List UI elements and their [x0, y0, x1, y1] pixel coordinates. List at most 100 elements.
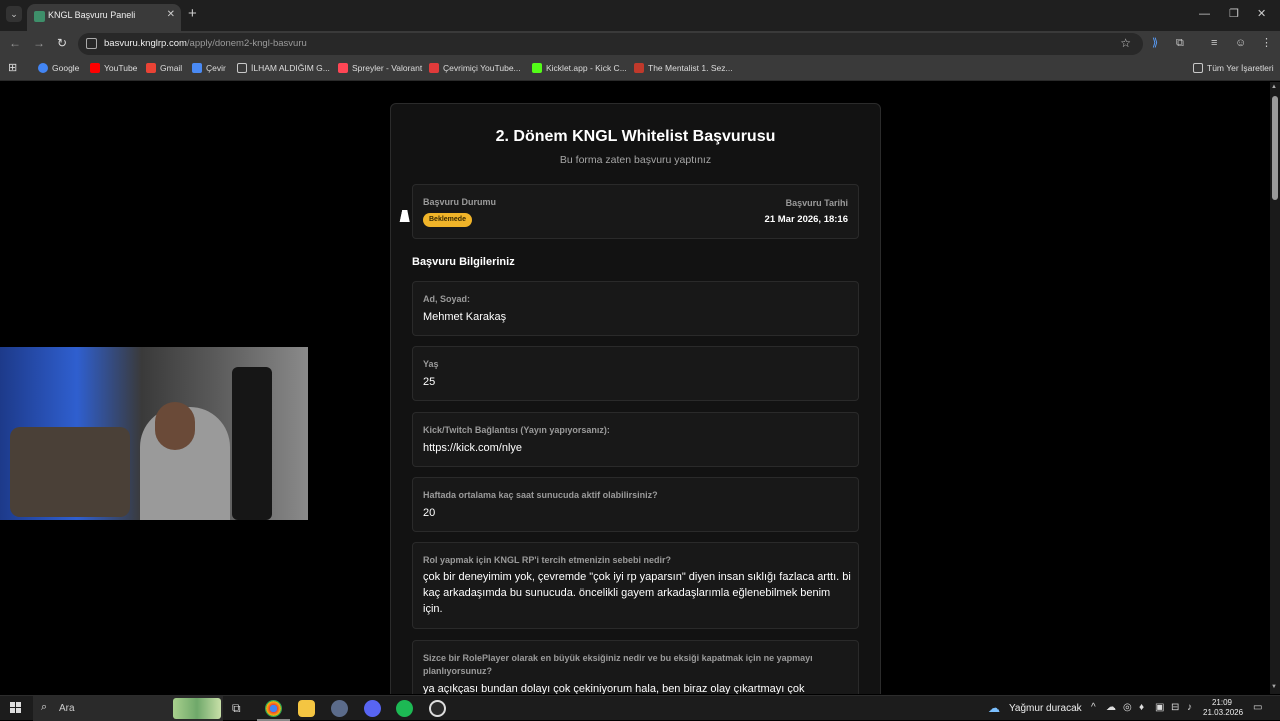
search-highlight-image — [173, 698, 221, 719]
window-close-icon[interactable]: ✕ — [1257, 8, 1266, 20]
start-button[interactable] — [10, 702, 21, 713]
apps-grid-icon[interactable]: ⊞ — [8, 61, 17, 74]
status-badge: Beklemede — [423, 213, 472, 227]
page-subtitle: Bu forma zaten başvuru yaptınız — [559, 154, 712, 166]
tray-app-icon[interactable]: ◎ — [1123, 702, 1132, 714]
media-control-icon[interactable]: ≡ — [1211, 37, 1217, 49]
tab-strip: ⌄ KNGL Başvuru Paneli ✕ + — ❐ ✕ — [0, 0, 1280, 31]
weather-text[interactable]: Yağmur duracak — [1009, 703, 1082, 714]
volume-icon[interactable]: ♪ — [1187, 702, 1192, 714]
microphone-icon[interactable]: ♦ — [1139, 702, 1144, 714]
field-name: Ad, Soyad: Mehmet Karakaş — [412, 281, 859, 336]
scroll-thumb[interactable] — [1272, 96, 1278, 200]
bookmark-youtube-online[interactable]: Çevrimiçi YouTube... — [429, 63, 521, 73]
onedrive-icon[interactable]: ☁ — [1106, 702, 1116, 714]
folder-icon — [237, 63, 247, 73]
app-icon[interactable] — [331, 700, 348, 717]
reload-icon[interactable]: ↻ — [57, 36, 67, 50]
status-panel: Başvuru Durumu Beklemede Başvuru Tarihi … — [412, 184, 859, 239]
field-weakness: Sizce bir RolePlayer olarak en büyük eks… — [412, 640, 859, 694]
back-icon[interactable]: ← — [9, 36, 21, 50]
clock-date: 21.03.2026 — [1203, 708, 1244, 717]
tray-overflow-icon[interactable]: ^ — [1091, 702, 1096, 714]
file-explorer-icon[interactable] — [298, 700, 315, 717]
field-value: 25 — [423, 376, 436, 388]
field-age: Yaş 25 — [412, 346, 859, 401]
browser-toolbar: ← → ↻ basvuru.knglrp.com/apply/donem2-kn… — [0, 31, 1280, 57]
translate-icon — [192, 63, 202, 73]
bookmark-gmail[interactable]: Gmail — [146, 63, 182, 73]
webcam-overlay — [0, 347, 308, 520]
folder-icon — [1193, 63, 1203, 73]
field-weekly-hours: Haftada ortalama kaç saat sunucuda aktif… — [412, 477, 859, 532]
obs-icon[interactable] — [429, 700, 446, 717]
profile-icon[interactable]: ☺ — [1235, 37, 1246, 49]
task-view-icon[interactable]: ⧉ — [232, 701, 249, 718]
field-value: ya açıkçası bundan dolayı çok çekiniyoru… — [423, 683, 805, 694]
network-icon[interactable]: ⊟ — [1171, 702, 1179, 714]
taskbar-clock[interactable]: 21:09 21.03.2026 — [1203, 698, 1244, 718]
field-label: Yaş — [423, 359, 439, 369]
bookmark-kicklet[interactable]: Kicklet.app - Kick C... — [532, 63, 627, 73]
youtube-icon — [90, 63, 100, 73]
field-label: Kick/Twitch Bağlantısı (Yayın yapıyorsan… — [423, 425, 610, 435]
page-scrollbar[interactable]: ▲ ▼ — [1270, 82, 1280, 694]
search-icon: ⌕ — [41, 701, 48, 713]
webcam-head — [155, 402, 195, 450]
restore-icon[interactable]: ❐ — [1229, 8, 1239, 20]
url-text[interactable]: basvuru.knglrp.com/apply/donem2-kngl-bas… — [104, 38, 307, 49]
extensions-icon[interactable]: ⧉ — [1176, 37, 1184, 49]
close-tab-icon[interactable]: ✕ — [167, 9, 175, 20]
new-tab-button[interactable]: + — [188, 6, 197, 22]
bookmark-youtube[interactable]: YouTube — [90, 63, 137, 73]
tray-app-icon[interactable]: ▣ — [1155, 702, 1164, 714]
field-label: Sizce bir RolePlayer olarak en büyük eks… — [423, 653, 813, 676]
search-placeholder: Ara — [59, 703, 75, 714]
scroll-up-icon[interactable]: ▲ — [1271, 84, 1277, 90]
bookmark-star-icon[interactable]: ☆ — [1120, 36, 1131, 50]
gmail-icon — [146, 63, 156, 73]
menu-icon[interactable]: ⋮ — [1261, 37, 1272, 49]
windows-taskbar: ⌕ Ara ⧉ ☁ Yağmur duracak ^ ☁ ◎ ♦ ▣ ⊟ ♪ 2… — [0, 695, 1280, 721]
address-bar[interactable]: basvuru.knglrp.com/apply/donem2-kngl-bas… — [78, 33, 1143, 55]
forward-icon[interactable]: → — [33, 36, 45, 50]
site-favicon-icon — [34, 11, 45, 22]
browser-tab[interactable]: KNGL Başvuru Paneli ✕ — [27, 4, 181, 31]
field-value: Mehmet Karakaş — [423, 311, 507, 323]
clock-time: 21:09 — [1211, 698, 1233, 707]
field-value: çok bir deneyimim yok, çevremde "çok iyi… — [423, 571, 851, 615]
read-aloud-icon[interactable]: ⟫ — [1152, 37, 1158, 49]
minimize-icon[interactable]: — — [1199, 8, 1210, 20]
webcam-chair — [232, 367, 272, 520]
taskbar-search[interactable]: ⌕ Ara — [33, 696, 223, 721]
mentalist-icon — [634, 63, 644, 73]
all-bookmarks[interactable]: Tüm Yer İşaretleri — [1193, 63, 1274, 73]
field-label: Haftada ortalama kaç saat sunucuda aktif… — [423, 490, 658, 500]
field-label: Rol yapmak için KNGL RP'i tercih etmeniz… — [423, 555, 672, 565]
url-path: /apply/donem2-kngl-basvuru — [186, 38, 307, 49]
chrome-taskbar-icon[interactable] — [257, 700, 290, 721]
discord-icon[interactable] — [364, 700, 381, 717]
field-value: https://kick.com/nlye — [423, 442, 523, 454]
bookmarks-bar: ⊞ Google YouTube Gmail Çevir İLHAM ALDIĞ… — [0, 57, 1280, 81]
date-label: Başvuru Tarihi — [785, 198, 848, 208]
status-label: Başvuru Durumu — [423, 197, 497, 207]
notification-icon[interactable]: ▭ — [1253, 702, 1262, 713]
bookmark-folder-ilham[interactable]: İLHAM ALDIĞIM G... — [237, 63, 330, 73]
url-host: basvuru.knglrp.com — [104, 38, 187, 49]
bookmark-valorant[interactable]: Spreyler - Valorant — [338, 63, 422, 73]
tab-search-icon[interactable]: ⌄ — [6, 6, 22, 22]
bookmark-translate[interactable]: Çevir — [192, 63, 226, 73]
kicklet-icon — [532, 63, 542, 73]
scroll-down-icon[interactable]: ▼ — [1271, 684, 1277, 690]
section-title: Başvuru Bilgileriniz — [412, 256, 515, 268]
page-title: 2. Dönem KNGL Whitelist Başvurusu — [495, 128, 776, 145]
field-value: 20 — [423, 507, 436, 519]
weather-icon[interactable]: ☁ — [988, 701, 1000, 715]
site-info-icon[interactable] — [86, 38, 97, 49]
bookmark-google[interactable]: Google — [38, 63, 79, 73]
bookmark-mentalist[interactable]: The Mentalist 1. Sez... — [634, 63, 733, 73]
valorant-icon — [338, 63, 348, 73]
application-card: 2. Dönem KNGL Whitelist Başvurusu Bu for… — [390, 103, 881, 694]
spotify-icon[interactable] — [396, 700, 413, 717]
